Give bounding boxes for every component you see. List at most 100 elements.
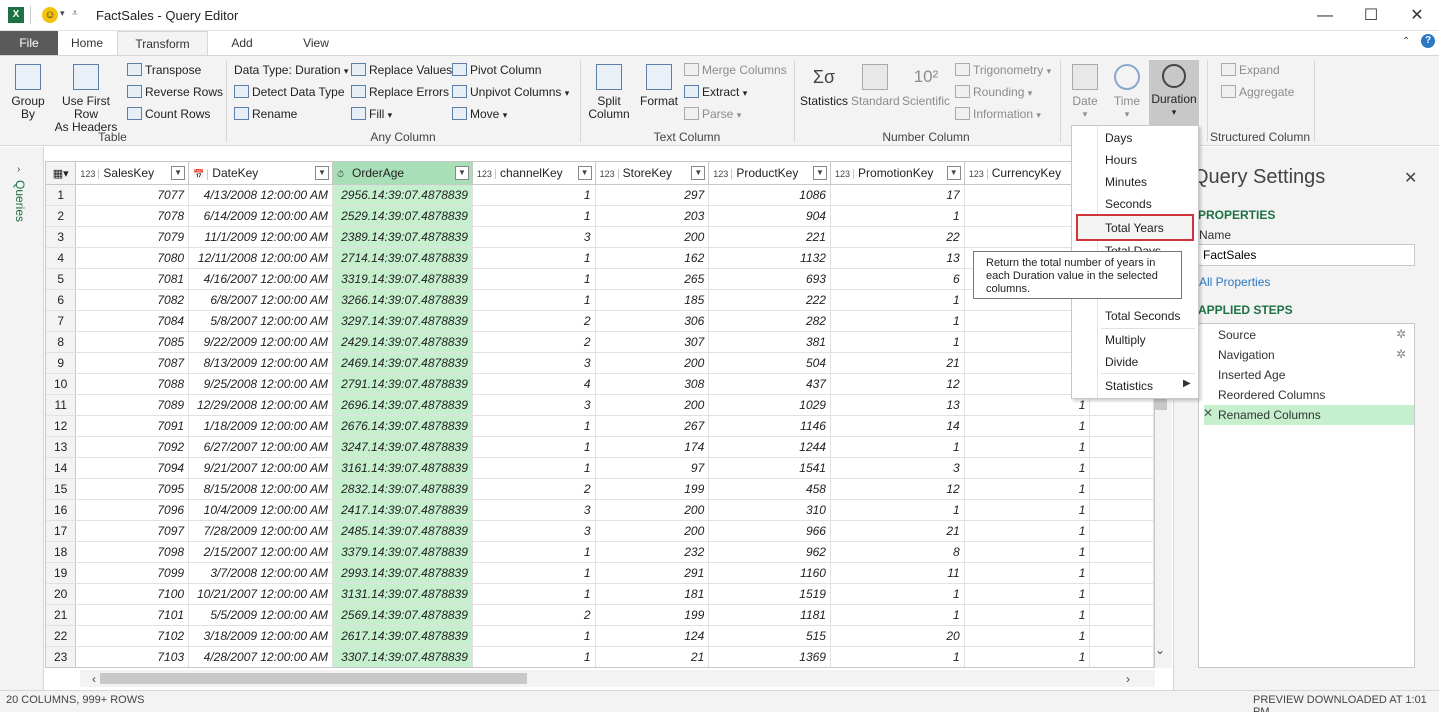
- table-cell[interactable]: 306: [595, 310, 710, 332]
- filter-dropdown-icon[interactable]: ▼: [691, 166, 706, 180]
- table-cell[interactable]: 21: [595, 646, 710, 667]
- table-cell[interactable]: 1029: [708, 394, 831, 416]
- table-cell[interactable]: 3/18/2009 12:00:00 AM: [188, 625, 333, 647]
- table-cell[interactable]: 9/25/2008 12:00:00 AM: [188, 373, 333, 395]
- table-cell[interactable]: 124: [595, 625, 710, 647]
- row-number[interactable]: 11: [46, 394, 77, 416]
- row-number[interactable]: 5: [46, 268, 77, 290]
- table-row[interactable]: 14 7094 9/21/2007 12:00:00 AM 3161.14:39:07…: [46, 457, 1154, 479]
- table-cell[interactable]: 1: [830, 289, 965, 311]
- table-cell[interactable]: 2569.14:39:07.4878839: [332, 604, 473, 626]
- horizontal-scroll-thumb[interactable]: [100, 673, 527, 684]
- table-cell[interactable]: 4/16/2007 12:00:00 AM: [188, 268, 333, 290]
- tab-add-column[interactable]: Add Column: [210, 31, 274, 74]
- menu-item-divide[interactable]: Divide: [1105, 355, 1138, 369]
- row-number[interactable]: 18: [46, 541, 77, 563]
- statistics-button[interactable]: Σσ Statistics: [800, 64, 848, 108]
- scientific-button[interactable]: 10² Scientific: [902, 64, 950, 108]
- all-properties-link[interactable]: All Properties: [1199, 275, 1270, 289]
- step-navigation[interactable]: Navigation: [1204, 345, 1414, 365]
- table-row[interactable]: 19 7099 3/7/2008 12:00:00 AM 2993.14:39:07.…: [46, 562, 1154, 584]
- table-cell[interactable]: 221: [708, 226, 831, 248]
- close-window-icon[interactable]: ✕: [1394, 0, 1439, 31]
- table-cell[interactable]: 12: [830, 373, 965, 395]
- table-cell[interactable]: 2: [472, 604, 596, 626]
- table-cell[interactable]: 2485.14:39:07.4878839: [332, 520, 473, 542]
- row-number[interactable]: 7: [46, 310, 77, 332]
- table-row[interactable]: 7 7084 5/8/2007 12:00:00 AM 3297.14:39:07.4…: [46, 310, 1154, 332]
- row-number[interactable]: 2: [46, 205, 77, 227]
- row-number[interactable]: 23: [46, 646, 77, 667]
- table-cell[interactable]: [595, 667, 709, 668]
- table-cell[interactable]: 693: [708, 268, 831, 290]
- table-cell[interactable]: [1089, 457, 1154, 479]
- table-cell[interactable]: 97: [595, 457, 710, 479]
- table-cell[interactable]: 200: [595, 499, 710, 521]
- whole-number-type-icon[interactable]: 123: [969, 168, 988, 179]
- tab-transform[interactable]: Transform: [117, 31, 208, 55]
- transpose-button[interactable]: Transpose: [127, 62, 201, 78]
- table-cell[interactable]: 2696.14:39:07.4878839: [332, 394, 473, 416]
- extract-button[interactable]: Extract ▾: [684, 84, 747, 101]
- table-cell[interactable]: 200: [595, 226, 710, 248]
- table-cell[interactable]: 1: [472, 205, 596, 227]
- filter-dropdown-icon[interactable]: ▼: [171, 166, 186, 180]
- filter-dropdown-icon[interactable]: ▼: [577, 166, 592, 180]
- table-cell[interactable]: 199: [595, 604, 710, 626]
- row-number[interactable]: 3: [46, 226, 77, 248]
- table-cell[interactable]: [1089, 541, 1154, 563]
- table-cell[interactable]: [1089, 625, 1154, 647]
- table-cell[interactable]: 8: [830, 541, 965, 563]
- data-type-dropdown[interactable]: Data Type: Duration ▾: [234, 62, 348, 79]
- table-row[interactable]: 10 7088 9/25/2008 12:00:00 AM 2791.14:39:07…: [46, 373, 1154, 395]
- table-cell[interactable]: 185: [595, 289, 710, 311]
- table-cell[interactable]: [1089, 604, 1154, 626]
- whole-number-type-icon[interactable]: 123: [600, 168, 619, 179]
- table-row[interactable]: 22 7102 3/18/2009 12:00:00 AM 2617.14:39:07…: [46, 625, 1154, 647]
- table-cell[interactable]: 1132: [708, 247, 831, 269]
- row-number[interactable]: 19: [46, 562, 77, 584]
- table-cell[interactable]: 6/8/2007 12:00:00 AM: [188, 289, 333, 311]
- table-cell[interactable]: 7084: [75, 310, 190, 332]
- help-icon[interactable]: ?: [1421, 34, 1435, 48]
- delete-step-icon[interactable]: ✕: [1203, 406, 1213, 420]
- rounding-button[interactable]: Rounding ▾: [955, 84, 1032, 101]
- table-row[interactable]: 21 7101 5/5/2009 12:00:00 AM 2569.14:39:07.…: [46, 604, 1154, 626]
- table-cell[interactable]: 174: [595, 436, 710, 458]
- table-cell[interactable]: 222: [708, 289, 831, 311]
- table-cell[interactable]: 1: [472, 625, 596, 647]
- table-cell[interactable]: 3: [472, 394, 596, 416]
- table-row[interactable]: 13 7092 6/27/2007 12:00:00 AM 3247.14:39:07…: [46, 436, 1154, 458]
- table-cell[interactable]: [472, 667, 595, 668]
- table-row[interactable]: 9 7087 8/13/2009 12:00:00 AM 2469.14:39:07.…: [46, 352, 1154, 374]
- table-cell[interactable]: 2: [472, 331, 596, 353]
- table-row[interactable]: 20 7100 10/21/2007 12:00:00 AM 3131.14:39:0…: [46, 583, 1154, 605]
- table-cell[interactable]: 4: [472, 373, 596, 395]
- table-cell[interactable]: 5/8/2007 12:00:00 AM: [188, 310, 333, 332]
- table-cell[interactable]: 2389.14:39:07.4878839: [332, 226, 473, 248]
- merge-columns-button[interactable]: Merge Columns: [684, 62, 787, 78]
- table-cell[interactable]: 3: [472, 499, 596, 521]
- table-cell[interactable]: 232: [595, 541, 710, 563]
- table-cell[interactable]: 1: [964, 457, 1091, 479]
- table-cell[interactable]: 904: [708, 205, 831, 227]
- table-cell[interactable]: [830, 667, 964, 668]
- table-cell[interactable]: 7078: [75, 205, 190, 227]
- data-preview-grid[interactable]: ▦▾ 123 SalesKey ▼ 📅 DateKey ▼ ⏱ OrderAge ▼ 123…: [45, 161, 1155, 668]
- filter-dropdown-icon[interactable]: ▼: [454, 166, 469, 180]
- menu-item-total-years[interactable]: Total Years: [1105, 221, 1164, 235]
- table-cell[interactable]: [1089, 646, 1154, 667]
- table-cell[interactable]: [332, 667, 472, 668]
- table-cell[interactable]: [189, 667, 333, 668]
- table-cell[interactable]: 1: [830, 583, 965, 605]
- table-cell[interactable]: 1: [964, 436, 1091, 458]
- group-by-button[interactable]: Group By: [9, 64, 47, 121]
- tab-home[interactable]: Home: [60, 31, 114, 55]
- table-cell[interactable]: 6: [830, 268, 965, 290]
- table-cell[interactable]: 22: [830, 226, 965, 248]
- table-row[interactable]: 16 7096 10/4/2009 12:00:00 AM 2417.14:39:07…: [46, 499, 1154, 521]
- smiley-feedback-icon[interactable]: ☺: [42, 7, 58, 23]
- table-cell[interactable]: 10/4/2009 12:00:00 AM: [188, 499, 333, 521]
- table-cell[interactable]: 7102: [75, 625, 190, 647]
- table-cell[interactable]: 200: [595, 394, 710, 416]
